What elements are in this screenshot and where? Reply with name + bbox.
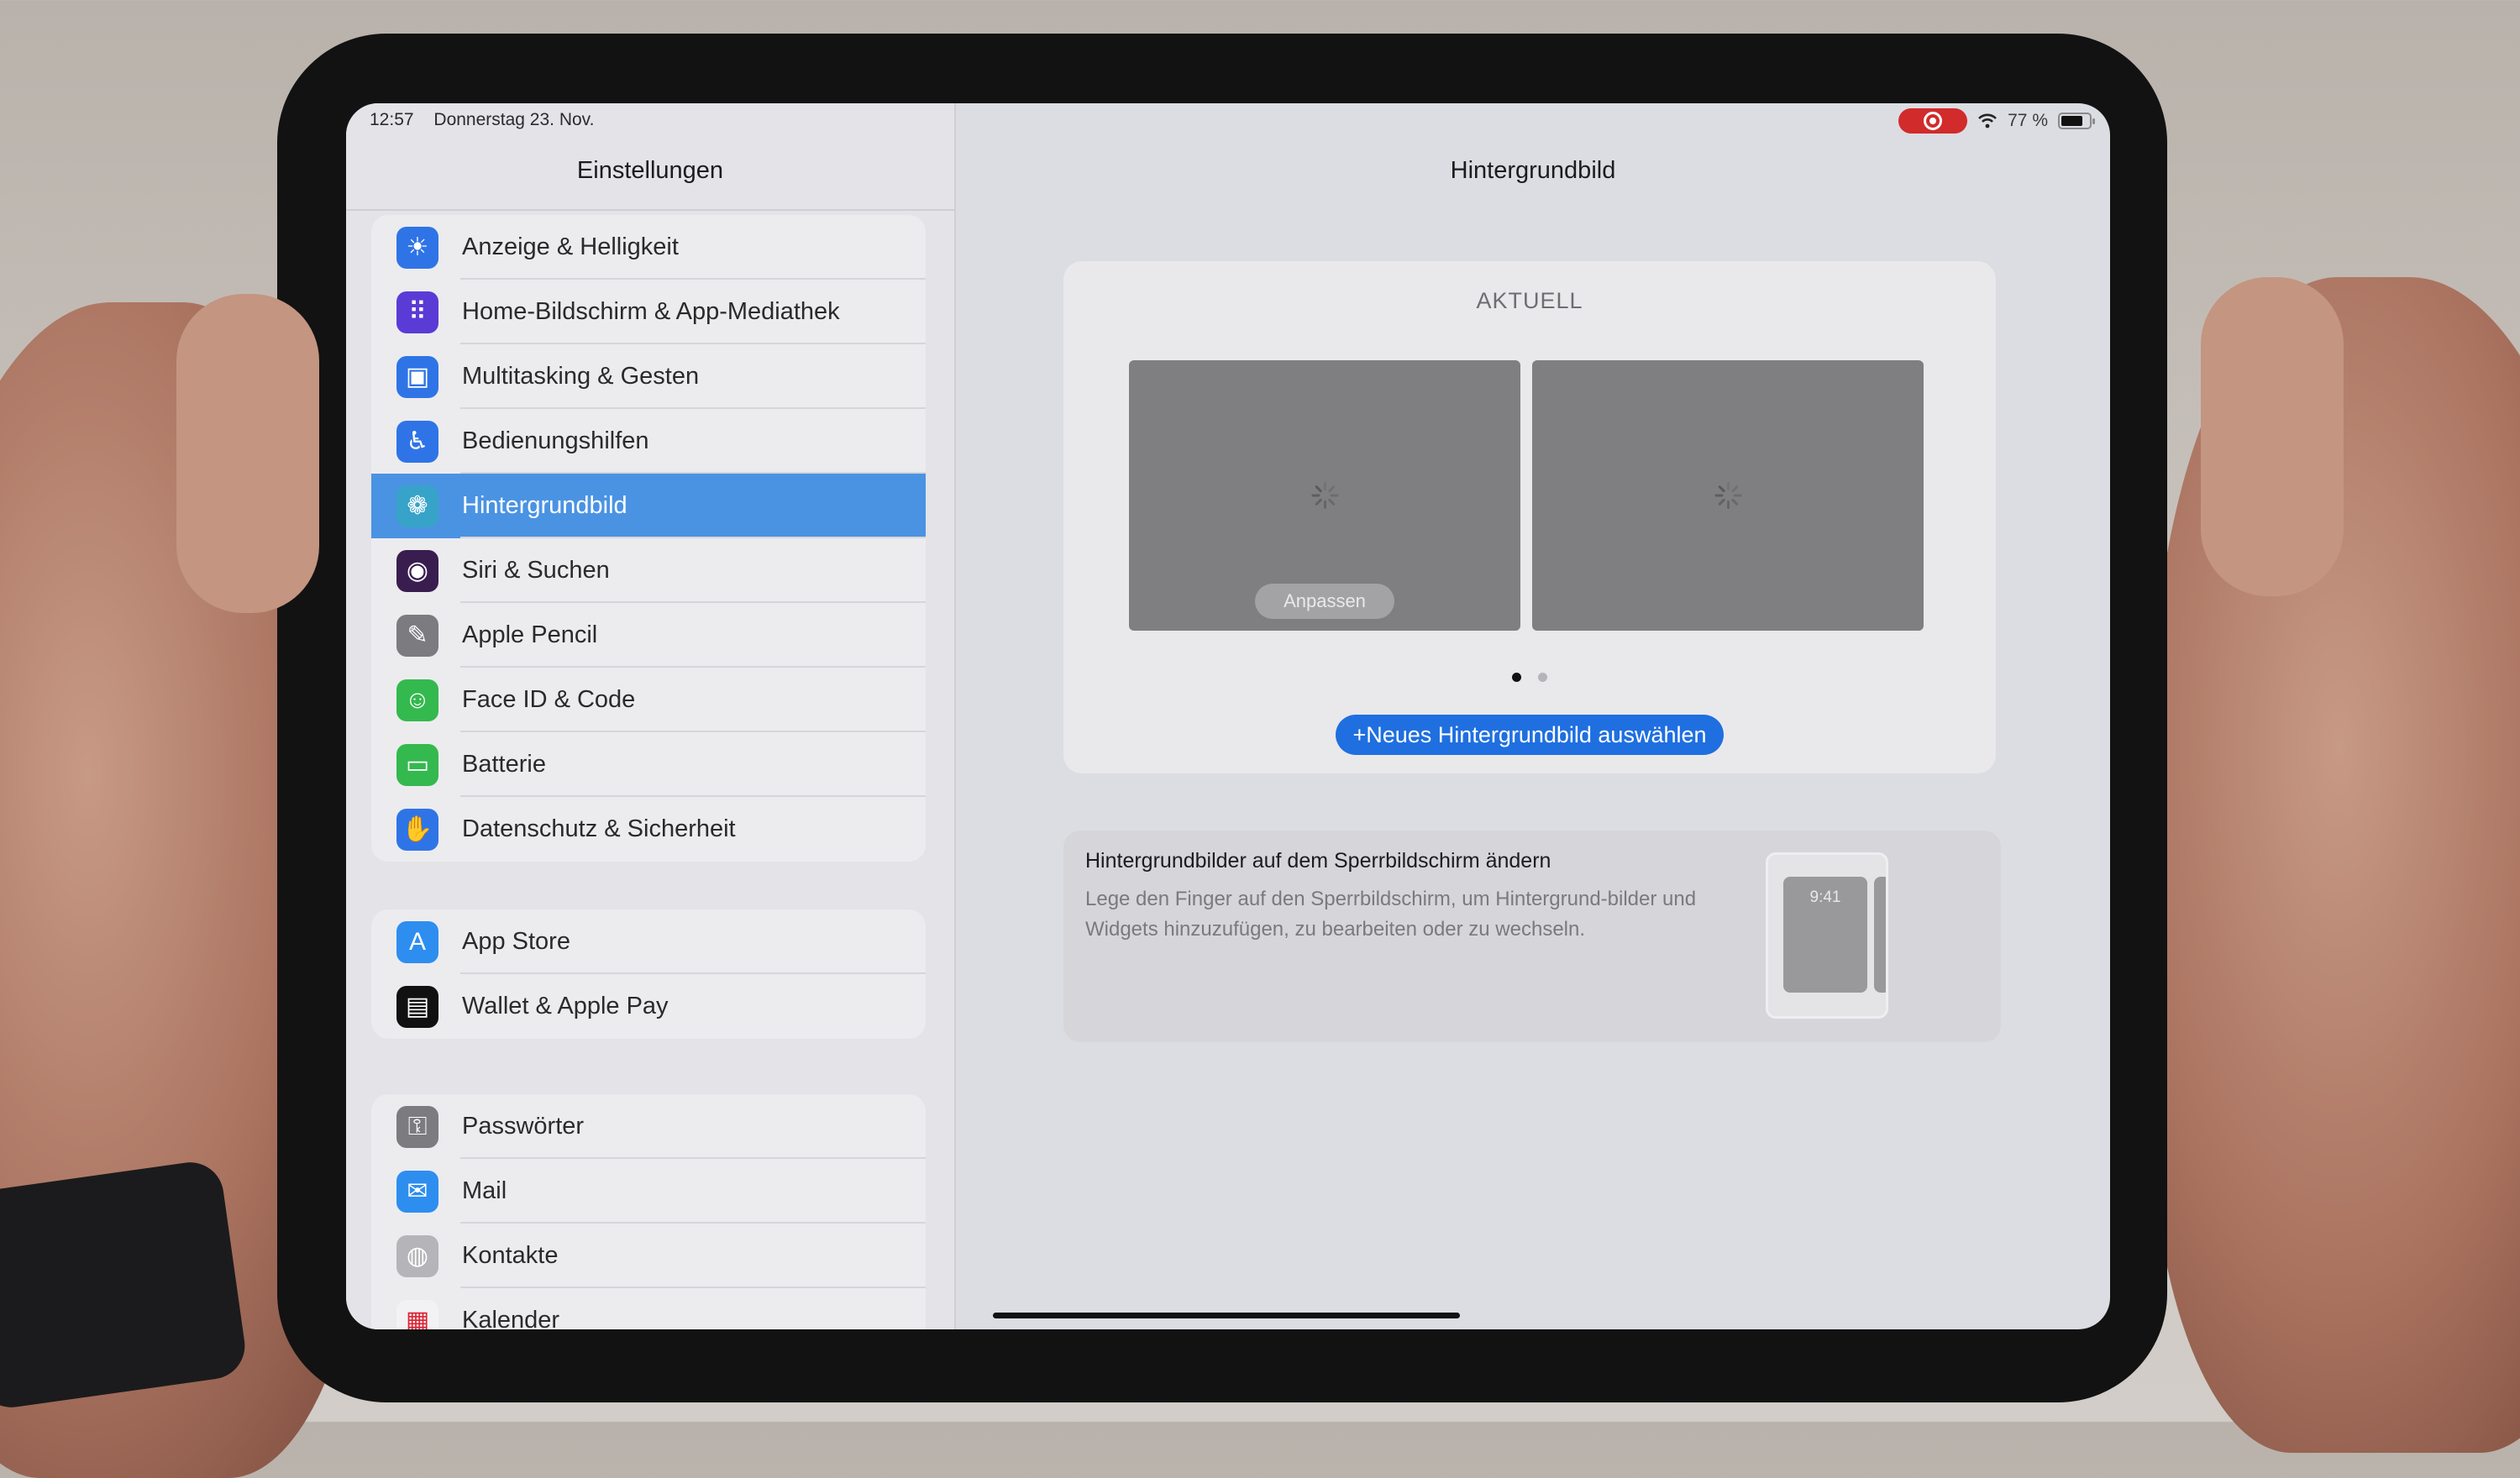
sidebar-item-apple-pencil[interactable]: ✎ Apple Pencil xyxy=(371,603,926,668)
sidebar-item-label: Kontakte xyxy=(462,1242,559,1269)
settings-group-store: A App Store ▤ Wallet & Apple Pay xyxy=(371,909,926,1039)
app-store-icon: A xyxy=(396,920,438,963)
sidebar-item-label: Datenschutz & Sicherheit xyxy=(462,815,736,842)
new-wallpaper-button[interactable]: +Neues Hintergrundbild auswählen xyxy=(1336,715,1724,755)
page-dot[interactable] xyxy=(1538,673,1547,682)
smartwatch-band xyxy=(0,1157,249,1412)
sidebar-item-kontakte[interactable]: ◍ Kontakte xyxy=(371,1224,926,1288)
home-indicator[interactable] xyxy=(993,1313,1460,1318)
detail-pane: 77 % Hintergrundbild AKTUELL Anpassen +N… xyxy=(956,103,2110,1329)
sidebar-item-label: Kalender xyxy=(462,1307,560,1329)
settings-group-general: ☀ Anzeige & Helligkeit ⠿ Home-Bildschirm & … xyxy=(371,215,926,862)
pencil-icon: ✎ xyxy=(396,614,438,657)
sidebar-item-app-store[interactable]: A App Store xyxy=(371,909,926,974)
siri-icon: ◉ xyxy=(396,549,438,592)
lock-screen-illustration: 9:41 xyxy=(1766,852,1888,1019)
sidebar-item-wallet-apple-pay[interactable]: ▤ Wallet & Apple Pay xyxy=(371,974,926,1039)
sidebar-item-face-id-code[interactable]: ☺ Face ID & Code xyxy=(371,668,926,732)
sun-icon: ☀ xyxy=(396,226,438,269)
page-indicator[interactable] xyxy=(1063,673,1996,682)
illustration-time: 9:41 xyxy=(1783,877,1867,993)
contacts-icon: ◍ xyxy=(396,1234,438,1277)
status-date: Donnerstag 23. Nov. xyxy=(433,110,595,129)
sidebar-item-label: App Store xyxy=(462,928,570,955)
sidebar-item-label: Anzeige & Helligkeit xyxy=(462,233,679,260)
sidebar-item-label: Bedienungshilfen xyxy=(462,427,649,454)
wallet-icon: ▤ xyxy=(396,985,438,1028)
sidebar-item-label: Home-Bildschirm & App-Mediathek xyxy=(462,298,840,325)
sidebar-item-siri-suchen[interactable]: ◉ Siri & Suchen xyxy=(371,538,926,603)
sidebar-item-datenschutz-sicherheit[interactable]: ✋ Datenschutz & Sicherheit xyxy=(371,797,926,862)
sidebar-item-label: Hintergrundbild xyxy=(462,492,627,519)
app-grid-icon: ⠿ xyxy=(396,291,438,333)
sidebar-item-kalender[interactable]: ▦ Kalender xyxy=(371,1288,926,1329)
sidebar-item-bedienungshilfen[interactable]: ♿ Bedienungshilfen xyxy=(371,409,926,474)
accessibility-icon: ♿ xyxy=(396,420,438,463)
face-id-icon: ☺ xyxy=(396,679,438,721)
settings-sidebar: 12:57 Donnerstag 23. Nov. Einstellungen … xyxy=(346,103,956,1329)
sidebar-header-divider xyxy=(346,209,954,211)
battery-icon xyxy=(2058,113,2095,129)
settings-group-apps: ⚿ Passwörter ✉ Mail ◍ Kontakte ▦ Kalender xyxy=(371,1094,926,1329)
battery-icon: ▭ xyxy=(396,743,438,786)
battery-percent: 77 % xyxy=(2008,111,2048,130)
calendar-icon: ▦ xyxy=(396,1299,438,1329)
home-screen-preview[interactable] xyxy=(1532,360,1924,631)
illustration-next-screen xyxy=(1874,877,1886,993)
sidebar-item-label: Mail xyxy=(462,1177,507,1204)
sidebar-item-anzeige-helligkeit[interactable]: ☀ Anzeige & Helligkeit xyxy=(371,215,926,280)
multitasking-icon: ▣ xyxy=(396,355,438,398)
sidebar-title: Einstellungen xyxy=(576,157,724,184)
lock-screen-tip-card: Hintergrundbilder auf dem Sperrbildschir… xyxy=(1063,831,2001,1042)
lock-screen-preview[interactable]: Anpassen xyxy=(1129,360,1520,631)
sidebar-item-label: Apple Pencil xyxy=(462,621,598,648)
sidebar-item-multitasking-gesten[interactable]: ▣ Multitasking & Gesten xyxy=(371,344,926,409)
left-thumb xyxy=(176,294,319,613)
current-wallpaper-card: AKTUELL Anpassen +Neues Hintergrundbild … xyxy=(1063,261,1996,773)
sidebar-item-label: Multitasking & Gesten xyxy=(462,363,700,390)
sidebar-item-label: Passwörter xyxy=(462,1113,585,1140)
status-bar-right: 77 % xyxy=(1898,108,2095,134)
sidebar-item-label: Batterie xyxy=(462,751,546,778)
hand-icon: ✋ xyxy=(396,808,438,851)
page-dot[interactable] xyxy=(1512,673,1521,682)
loading-spinner-icon xyxy=(1311,482,1339,509)
wallpaper-flower-icon: ❁ xyxy=(396,485,438,527)
tip-title: Hintergrundbilder auf dem Sperrbildschir… xyxy=(1085,849,1551,873)
sidebar-item-label: Siri & Suchen xyxy=(462,557,610,584)
customize-button[interactable]: Anpassen xyxy=(1255,584,1394,619)
sidebar-item-home-bildschirm-app-mediathek[interactable]: ⠿ Home-Bildschirm & App-Mediathek xyxy=(371,280,926,344)
current-section-header: AKTUELL xyxy=(1476,288,1583,313)
tip-body: Lege den Finger auf den Sperrbildschirm,… xyxy=(1085,888,1697,941)
detail-title: Hintergrundbild xyxy=(1450,157,1616,184)
wifi-icon xyxy=(1978,113,1998,128)
status-time: 12:57 xyxy=(370,110,414,129)
sidebar-item-mail[interactable]: ✉ Mail xyxy=(371,1159,926,1224)
ipad-screen: 12:57 Donnerstag 23. Nov. Einstellungen … xyxy=(346,103,2110,1329)
sidebar-item-label: Wallet & Apple Pay xyxy=(462,993,669,1019)
status-bar-left: 12:57 Donnerstag 23. Nov. xyxy=(370,110,609,130)
sidebar-item-batterie[interactable]: ▭ Batterie xyxy=(371,732,926,797)
key-icon: ⚿ xyxy=(396,1105,438,1148)
sidebar-item-hintergrundbild[interactable]: ❁ Hintergrundbild xyxy=(371,474,926,538)
right-thumb xyxy=(2201,277,2344,596)
sidebar-item-passwörter[interactable]: ⚿ Passwörter xyxy=(371,1094,926,1159)
sidebar-item-label: Face ID & Code xyxy=(462,686,636,713)
mail-icon: ✉ xyxy=(396,1170,438,1213)
screen-recording-icon[interactable] xyxy=(1898,108,1968,134)
loading-spinner-icon xyxy=(1714,482,1742,509)
